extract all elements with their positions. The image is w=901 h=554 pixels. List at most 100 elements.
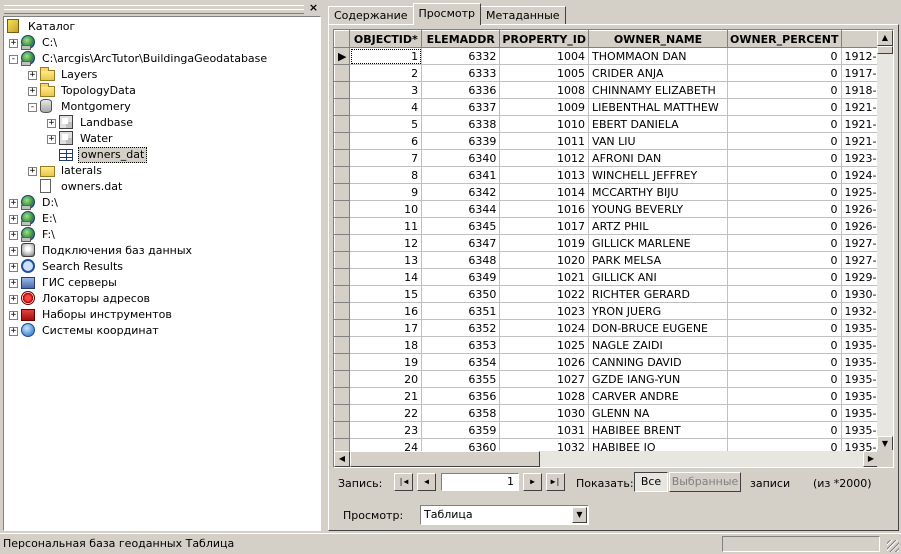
table-cell[interactable]: CHINNAMY ELIZABETH <box>588 81 728 99</box>
tree-item[interactable]: + E:\ <box>9 211 58 227</box>
table-cell[interactable]: 0 <box>727 47 842 65</box>
expand-icon[interactable]: + <box>28 166 37 176</box>
table-cell[interactable]: 21 <box>349 387 423 405</box>
table-cell[interactable]: 6354 <box>421 353 501 371</box>
table-cell[interactable]: 6349 <box>421 268 501 286</box>
table-cell[interactable]: 6347 <box>421 234 501 252</box>
table-cell[interactable]: 0 <box>727 217 842 235</box>
table-cell[interactable]: 1023 <box>499 302 590 320</box>
expand-icon[interactable]: + <box>9 294 18 304</box>
table-row[interactable]: 10 6344 1016 YOUNG BEVERLY 0 1926-0 <box>334 200 893 218</box>
table-row[interactable]: 6 6339 1011 VAN LIU 0 1921-0 <box>334 132 893 150</box>
row-selector[interactable] <box>334 183 351 201</box>
table-cell[interactable]: CRIDER ANJA <box>588 64 728 82</box>
table-cell[interactable]: 6355 <box>421 370 501 388</box>
table-cell[interactable]: 20 <box>349 370 423 388</box>
table-cell[interactable]: 6353 <box>421 336 501 354</box>
record-number-input[interactable]: 1 <box>441 473 519 491</box>
table-cell[interactable]: 0 <box>727 319 842 337</box>
row-selector[interactable] <box>334 319 351 337</box>
table-cell[interactable]: MCCARTHY BIJU <box>588 183 728 201</box>
last-record-button[interactable]: ▶| <box>546 473 565 491</box>
table-cell[interactable]: 16 <box>349 302 423 320</box>
table-row[interactable]: 7 6340 1012 AFRONI DAN 0 1923-0 <box>334 149 893 167</box>
expand-icon[interactable]: + <box>47 118 56 128</box>
tree-item[interactable]: + TopologyData <box>28 83 138 99</box>
first-record-button[interactable]: |◀ <box>394 473 413 491</box>
table-cell[interactable]: GILLICK MARLENE <box>588 234 728 252</box>
table-cell[interactable]: 0 <box>727 404 842 422</box>
table-cell[interactable]: 6340 <box>421 149 501 167</box>
tree-item[interactable]: Каталог <box>7 19 77 35</box>
table-cell[interactable]: 22 <box>349 404 423 422</box>
table-cell[interactable]: 1026 <box>499 353 590 371</box>
table-cell[interactable]: 0 <box>727 353 842 371</box>
expand-icon[interactable]: + <box>47 134 56 144</box>
table-cell[interactable]: 0 <box>727 64 842 82</box>
table-cell[interactable]: 6342 <box>421 183 501 201</box>
table-cell[interactable]: 5 <box>349 115 423 133</box>
tree-item[interactable]: + D:\ <box>9 195 60 211</box>
table-row[interactable]: 22 6358 1030 GLENN NA 0 1935-1 <box>334 404 893 422</box>
table-cell[interactable]: 17 <box>349 319 423 337</box>
tree-item[interactable]: + laterals <box>28 163 104 179</box>
table-cell[interactable]: 1009 <box>499 98 590 116</box>
row-selector[interactable] <box>334 353 351 371</box>
table-cell[interactable]: 0 <box>727 115 842 133</box>
table-cell[interactable]: 6344 <box>421 200 501 218</box>
scroll-thumb[interactable] <box>877 46 893 54</box>
table-row[interactable]: 2 6333 1005 CRIDER ANJA 0 1917-0 <box>334 64 893 82</box>
close-icon[interactable]: × <box>307 2 320 15</box>
tree-item[interactable]: - Montgomery <box>28 99 133 115</box>
table-row[interactable]: 4 6337 1009 LIEBENTHAL MATTHEW 0 1921-0 <box>334 98 893 116</box>
table-row[interactable]: 13 6348 1020 PARK MELSA 0 1927-1 <box>334 251 893 269</box>
table-cell[interactable]: ARTZ PHIL <box>588 217 728 235</box>
table-cell[interactable]: 6352 <box>421 319 501 337</box>
column-header[interactable]: OWNER_NAME <box>588 30 728 48</box>
show-all-button[interactable]: Все <box>634 472 668 492</box>
table-cell[interactable]: 6348 <box>421 251 501 269</box>
table-cell[interactable]: 6338 <box>421 115 501 133</box>
tree-item[interactable]: + Локаторы адресов <box>9 291 152 307</box>
tree-item[interactable]: + Landbase <box>47 115 135 131</box>
table-cell[interactable]: 0 <box>727 81 842 99</box>
tree-item[interactable]: + Подключения баз данных <box>9 243 194 259</box>
tree-item[interactable]: + Наборы инструментов <box>9 307 174 323</box>
table-row[interactable]: 12 6347 1019 GILLICK MARLENE 0 1927-0 <box>334 234 893 252</box>
tree-item[interactable]: owners_dat <box>47 147 148 163</box>
table-row[interactable]: 16 6351 1023 YRON JUERG 0 1932-0 <box>334 302 893 320</box>
table-cell[interactable]: 6345 <box>421 217 501 235</box>
table-cell[interactable]: 6339 <box>421 132 501 150</box>
table-cell[interactable]: 0 <box>727 251 842 269</box>
table-cell[interactable]: 10 <box>349 200 423 218</box>
table-row[interactable]: 18 6353 1025 NAGLE ZAIDI 0 1935-0 <box>334 336 893 354</box>
view-type-dropdown[interactable]: Таблица ▼ <box>420 505 589 525</box>
row-selector[interactable] <box>334 370 351 388</box>
table-row[interactable]: 9 6342 1014 MCCARTHY BIJU 0 1925-0 <box>334 183 893 201</box>
table-cell[interactable]: 1014 <box>499 183 590 201</box>
table-cell[interactable]: 6358 <box>421 404 501 422</box>
collapse-icon[interactable]: - <box>9 54 18 64</box>
table-row[interactable]: 21 6356 1028 CARVER ANDRE 0 1935-1 <box>334 387 893 405</box>
table-row[interactable]: 14 6349 1021 GILLICK ANI 0 1929-0 <box>334 268 893 286</box>
table-cell[interactable]: HABIBEE BRENT <box>588 421 728 439</box>
expand-icon[interactable]: + <box>9 198 18 208</box>
show-selected-button[interactable]: Выбранные <box>669 472 741 492</box>
column-header[interactable]: OWNER_PERCENT <box>726 30 842 48</box>
row-selector[interactable] <box>334 404 351 422</box>
tree-item[interactable]: + F:\ <box>9 227 57 243</box>
column-header[interactable]: ELEMADDR <box>421 30 501 48</box>
tree-item[interactable]: + Layers <box>28 67 99 83</box>
table-cell[interactable]: 2 <box>349 64 423 82</box>
row-selector[interactable] <box>334 132 351 150</box>
table-cell[interactable]: 0 <box>727 302 842 320</box>
table-cell[interactable]: 6332 <box>421 47 501 65</box>
tab-preview[interactable]: Просмотр <box>412 3 481 25</box>
table-cell[interactable]: YOUNG BEVERLY <box>588 200 728 218</box>
row-selector[interactable] <box>334 336 351 354</box>
scroll-left-icon[interactable]: ◀ <box>334 451 350 467</box>
table-cell[interactable]: 1010 <box>499 115 590 133</box>
row-selector[interactable] <box>334 98 351 116</box>
table-cell[interactable]: 0 <box>727 285 842 303</box>
previous-record-button[interactable]: ◀ <box>417 473 436 491</box>
